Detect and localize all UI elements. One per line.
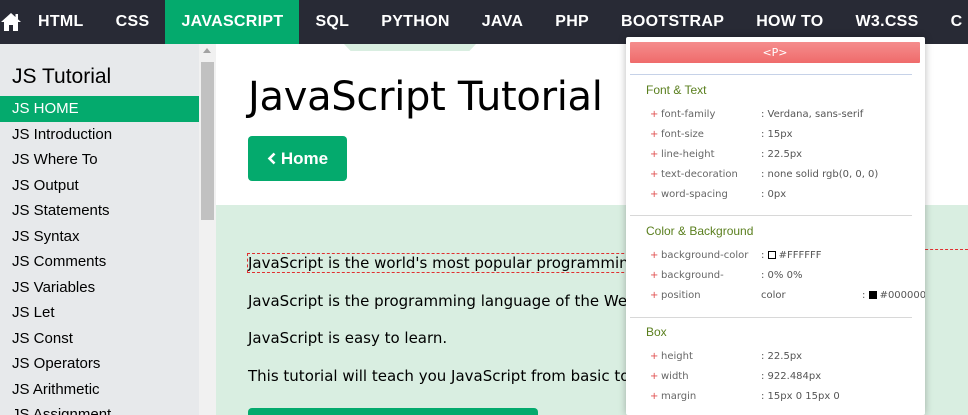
plus-icon[interactable]: + [650, 250, 658, 261]
inspector-value: : 0px [761, 189, 787, 200]
home-nav-button[interactable] [0, 0, 22, 44]
decorative-shape [344, 44, 476, 51]
inspector-value: : #FFFFFF [761, 250, 822, 261]
sidebar-item-js-variables[interactable]: JS Variables [0, 275, 199, 301]
inspector-prop: margin [661, 391, 697, 402]
inspector-divider [630, 74, 912, 75]
nav-php[interactable]: PHP [539, 0, 605, 44]
plus-icon[interactable]: + [650, 169, 658, 180]
plus-icon[interactable]: + [650, 129, 658, 140]
plus-icon[interactable]: + [650, 371, 658, 382]
plus-icon[interactable]: + [650, 391, 658, 402]
page-title: JavaScript Tutorial [248, 74, 603, 120]
inspector-section-font-text: Font & Text [646, 83, 707, 97]
sidebar-item-js-comments[interactable]: JS Comments [0, 249, 199, 275]
color-swatch-white [767, 251, 776, 259]
nav-c[interactable]: C [935, 0, 968, 44]
inspector-prop: word-spacing [661, 189, 728, 200]
sidebar-list: JS HOME JS Introduction JS Where To JS O… [0, 96, 199, 415]
home-icon [1, 13, 21, 31]
inspector-value-text: #000000 [879, 290, 925, 301]
plus-icon[interactable]: + [650, 189, 658, 200]
nav-css[interactable]: CSS [100, 0, 166, 44]
inspector-prop: height [661, 351, 693, 362]
sidebar-item-js-operators[interactable]: JS Operators [0, 351, 199, 377]
inspector-prop: background-color [661, 250, 749, 261]
inspector-divider [630, 317, 912, 318]
color-swatch-black [868, 291, 877, 299]
sidebar-item-js-output[interactable]: JS Output [0, 173, 199, 199]
inspector-value: : 922.484px [761, 371, 822, 382]
chevron-left-icon [267, 152, 276, 165]
inspector-divider [630, 215, 912, 216]
plus-icon[interactable]: + [650, 351, 658, 362]
nav-sql[interactable]: SQL [299, 0, 365, 44]
sidebar: JS Tutorial JS HOME JS Introduction JS W… [0, 44, 216, 415]
sidebar-title: JS Tutorial [12, 65, 112, 88]
sidebar-item-js-const[interactable]: JS Const [0, 326, 199, 352]
inspector-value: : 0% 0% [761, 270, 803, 281]
inspector-prop: line-height [661, 149, 715, 160]
plus-icon[interactable]: + [650, 270, 658, 281]
inspector-value: : none solid rgb(0, 0, 0) [761, 169, 879, 180]
home-button[interactable]: Home [248, 136, 347, 181]
inspector-value: : 15px 0 15px 0 [761, 391, 840, 402]
sidebar-item-js-assignment[interactable]: JS Assignment [0, 402, 199, 415]
inspector-value: : 22.5px [761, 351, 803, 362]
intro-paragraph: JavaScript is the programming language o… [248, 292, 642, 310]
home-button-label: Home [280, 148, 329, 168]
inspector-value: : 15px [761, 129, 793, 140]
sidebar-item-js-syntax[interactable]: JS Syntax [0, 224, 199, 250]
sidebar-item-js-where-to[interactable]: JS Where To [0, 147, 199, 173]
css-inspector-panel: <P> Font & Text + font-family : Verdana,… [626, 37, 925, 415]
inspector-prop: width [661, 371, 689, 382]
inspector-row: + position color : #000000 [650, 290, 925, 304]
inspector-value-text: #FFFFFF [778, 250, 822, 261]
inspector-value: : 22.5px [761, 149, 803, 160]
inspector-section-box: Box [646, 325, 667, 339]
nav-java[interactable]: JAVA [466, 0, 540, 44]
intro-paragraph: JavaScript is easy to learn. [248, 329, 448, 347]
inspector-value: : Verdana, sans-serif [761, 109, 864, 120]
plus-icon[interactable]: + [650, 109, 658, 120]
sidebar-item-js-home[interactable]: JS HOME [0, 96, 199, 122]
inspector-prop: font-size [661, 129, 704, 140]
sidebar-scrollbar[interactable] [199, 44, 216, 415]
plus-icon[interactable]: + [650, 149, 658, 160]
scrollbar-thumb[interactable] [201, 62, 214, 220]
sidebar-item-js-arithmetic[interactable]: JS Arithmetic [0, 377, 199, 403]
plus-icon[interactable]: + [650, 290, 658, 301]
sidebar-item-js-introduction[interactable]: JS Introduction [0, 122, 199, 148]
sidebar-item-js-let[interactable]: JS Let [0, 300, 199, 326]
inspector-prop: position [661, 290, 701, 301]
inspector-value: color [761, 290, 786, 301]
nav-python[interactable]: PYTHON [365, 0, 465, 44]
sidebar-item-js-statements[interactable]: JS Statements [0, 198, 199, 224]
inspector-prop: font-family [661, 109, 716, 120]
inspector-element-tag: <P> [630, 42, 920, 63]
inspector-section-color-background: Color & Background [646, 224, 754, 238]
nav-html[interactable]: HTML [22, 0, 100, 44]
scroll-up-arrow-icon[interactable] [203, 48, 211, 53]
inspector-value-extra: : #000000 [862, 290, 925, 301]
inspector-prop: background- [661, 270, 724, 281]
start-learning-button[interactable] [248, 408, 538, 415]
inspector-prop: text-decoration [661, 169, 738, 180]
nav-javascript[interactable]: JAVASCRIPT [165, 0, 300, 44]
